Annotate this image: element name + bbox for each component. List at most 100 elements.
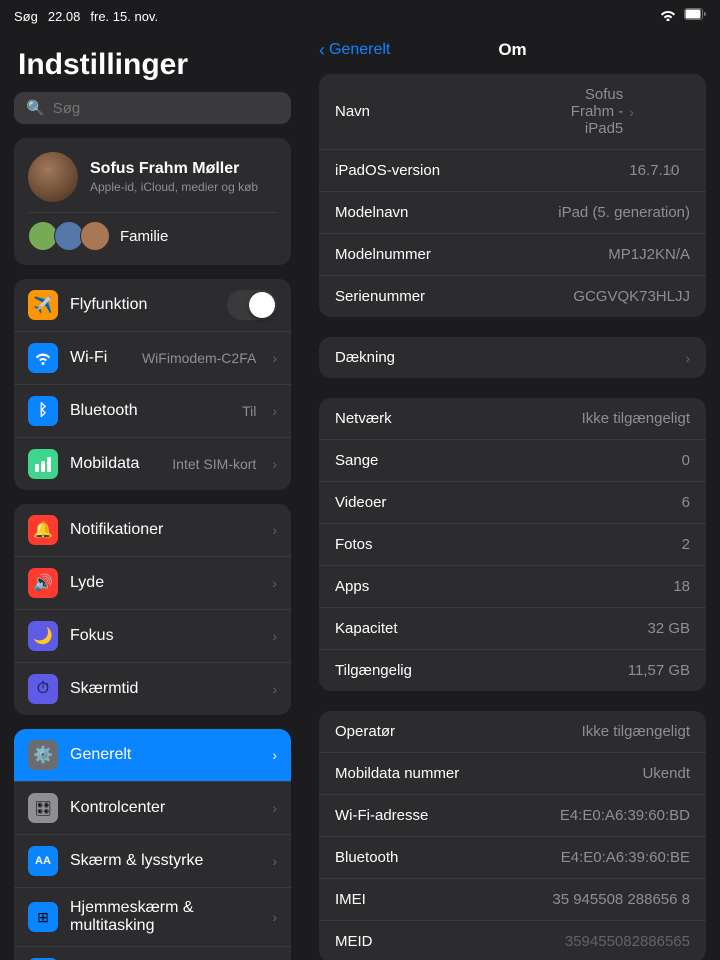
- left-panel: Indstillinger 🔍 Sofus Frahm Møller Apple…: [0, 32, 305, 960]
- info-row-tilgaengelig: Tilgængelig 11,57 GB: [319, 650, 706, 691]
- wifi-icon: [660, 9, 676, 24]
- sidebar-item-fokus[interactable]: 🌙 Fokus ›: [14, 610, 291, 663]
- operatoer-label: Operatør: [335, 723, 395, 740]
- search-input[interactable]: [53, 100, 279, 117]
- mobildata-nr-value: Ukendt: [642, 765, 690, 782]
- mobildata-nr-label: Mobildata nummer: [335, 765, 459, 782]
- wifi-addr-label: Wi-Fi-adresse: [335, 807, 428, 824]
- family-avatars: [28, 221, 110, 251]
- sidebar-item-hjemmeskaerm[interactable]: ⊞ Hjemmeskærm & multitasking ›: [14, 888, 291, 947]
- hjemmeskaerm-icon: ⊞: [28, 902, 58, 932]
- sidebar-item-notifikationer[interactable]: 🔔 Notifikationer ›: [14, 504, 291, 557]
- kapacitet-label: Kapacitet: [335, 620, 398, 637]
- profile-info: Sofus Frahm Møller Apple-id, iCloud, med…: [90, 160, 258, 194]
- daekning-label: Dækning: [335, 349, 395, 366]
- nav-back-label: Generelt: [329, 41, 390, 59]
- netvaerk-value: Ikke tilgængeligt: [582, 410, 690, 427]
- fotos-value: 2: [682, 536, 690, 553]
- profile-top: Sofus Frahm Møller Apple-id, iCloud, med…: [28, 152, 277, 202]
- videoer-label: Videoer: [335, 494, 386, 511]
- lyde-chevron: ›: [272, 575, 277, 591]
- info-row-daekning[interactable]: Dækning ›: [319, 337, 706, 378]
- videoer-value: 6: [682, 494, 690, 511]
- sidebar-item-tilgaengelighed[interactable]: ♿ Tilgængelighed ›: [14, 947, 291, 960]
- lyde-label: Lyde: [70, 574, 256, 592]
- mobildata-icon: [28, 449, 58, 479]
- generelt-icon: ⚙️: [28, 740, 58, 770]
- family-row[interactable]: Familie: [28, 212, 277, 251]
- ipados-value: 16.7.10: [629, 162, 662, 179]
- wifi-chevron: ›: [272, 350, 277, 366]
- kapacitet-value: 32 GB: [647, 620, 690, 637]
- notifikationer-chevron: ›: [272, 522, 277, 538]
- sidebar-item-bluetooth[interactable]: ᛒ Bluetooth Til ›: [14, 385, 291, 438]
- bluetooth-icon: ᛒ: [28, 396, 58, 426]
- bluetooth-chevron: ›: [272, 403, 277, 419]
- sidebar-item-mobildata[interactable]: Mobildata Intet SIM-kort ›: [14, 438, 291, 490]
- mobildata-label: Mobildata: [70, 455, 160, 473]
- status-bar: Søg 22.08 fre. 15. nov.: [0, 0, 720, 32]
- ipados-label: iPadOS-version: [335, 162, 440, 179]
- info-row-wifi-addr: Wi-Fi-adresse E4:E0:A6:39:60:BD: [319, 795, 706, 837]
- nav-back-button[interactable]: ‹ Generelt: [319, 40, 390, 61]
- modelnavn-label: Modelnavn: [335, 204, 408, 221]
- nav-title: Om: [498, 40, 526, 60]
- serienummer-value: GCGVQK73HLJJ: [573, 288, 690, 305]
- connectivity-group: ✈️ Flyfunktion Wi-Fi WiFimodem-C2FA ›: [14, 279, 291, 490]
- toggle-knob: [249, 292, 275, 318]
- wifi-value: WiFimodem-C2FA: [142, 350, 256, 366]
- ipados-chevron: ›: [669, 163, 674, 179]
- kontrolcenter-chevron: ›: [272, 800, 277, 816]
- modelnavn-value: iPad (5. generation): [558, 204, 690, 221]
- carrier: Søg: [14, 9, 38, 24]
- right-panel: ‹ Generelt Om Navn Sofus Frahm - iPad5 ›…: [305, 32, 720, 960]
- sidebar-item-generelt[interactable]: ⚙️ Generelt ›: [14, 729, 291, 782]
- flyfunktion-toggle[interactable]: [227, 290, 277, 320]
- apps-label: Apps: [335, 578, 369, 595]
- info-row-mobildata-nr: Mobildata nummer Ukendt: [319, 753, 706, 795]
- sidebar-item-flyfunktion[interactable]: ✈️ Flyfunktion: [14, 279, 291, 332]
- info-row-apps: Apps 18: [319, 566, 706, 608]
- apps-value: 18: [673, 578, 690, 595]
- battery-icon: [684, 7, 706, 25]
- tilgaengelig-value: 11,57 GB: [628, 662, 690, 679]
- skaermtid-chevron: ›: [272, 681, 277, 697]
- imei-label: IMEI: [335, 891, 366, 908]
- hjemmeskaerm-chevron: ›: [272, 909, 277, 925]
- skaerm-label: Skærm & lysstyrke: [70, 852, 256, 870]
- info-row-ipados[interactable]: iPadOS-version 16.7.10 ›: [319, 150, 706, 192]
- skaerm-icon: AA: [28, 846, 58, 876]
- family-label: Familie: [120, 228, 168, 245]
- sidebar-item-kontrolcenter[interactable]: 🎛 Kontrolcenter ›: [14, 782, 291, 835]
- search-bar[interactable]: 🔍: [14, 92, 291, 124]
- general-group: ⚙️ Generelt › 🎛 Kontrolcenter › AA Skærm…: [14, 729, 291, 960]
- nav-bar: ‹ Generelt Om: [305, 32, 720, 68]
- imei-value: 35 945508 288656 8: [552, 891, 690, 908]
- modelnummer-label: Modelnummer: [335, 246, 431, 263]
- info-row-navn[interactable]: Navn Sofus Frahm - iPad5 ›: [319, 74, 706, 150]
- fokus-icon: 🌙: [28, 621, 58, 651]
- sidebar-item-wifi[interactable]: Wi-Fi WiFimodem-C2FA ›: [14, 332, 291, 385]
- sidebar-item-skaermtid[interactable]: ⏱ Skærmtid ›: [14, 663, 291, 715]
- navn-chevron: ›: [629, 104, 634, 120]
- date: fre. 15. nov.: [90, 9, 158, 24]
- status-right: [660, 7, 706, 25]
- device-info-group: Navn Sofus Frahm - iPad5 › iPadOS-versio…: [319, 74, 706, 317]
- flyfunktion-label: Flyfunktion: [70, 296, 215, 314]
- info-row-serienummer: Serienummer GCGVQK73HLJJ: [319, 276, 706, 317]
- status-left: Søg 22.08 fre. 15. nov.: [14, 9, 158, 24]
- bluetooth-label: Bluetooth: [70, 402, 230, 420]
- bluetooth-addr-label: Bluetooth: [335, 849, 398, 866]
- sidebar-item-lyde[interactable]: 🔊 Lyde ›: [14, 557, 291, 610]
- info-row-operatoer: Operatør Ikke tilgængeligt: [319, 711, 706, 753]
- mobildata-value: Intet SIM-kort: [172, 456, 256, 472]
- hjemmeskaerm-label: Hjemmeskærm & multitasking: [70, 899, 256, 935]
- meid-label: MEID: [335, 933, 373, 950]
- daekning-group: Dækning ›: [319, 337, 706, 378]
- fokus-label: Fokus: [70, 627, 256, 645]
- family-avatar-3: [80, 221, 110, 251]
- profile-card[interactable]: Sofus Frahm Møller Apple-id, iCloud, med…: [14, 138, 291, 265]
- search-icon: 🔍: [26, 99, 45, 117]
- generelt-chevron: ›: [272, 747, 277, 763]
- sidebar-item-skaerm[interactable]: AA Skærm & lysstyrke ›: [14, 835, 291, 888]
